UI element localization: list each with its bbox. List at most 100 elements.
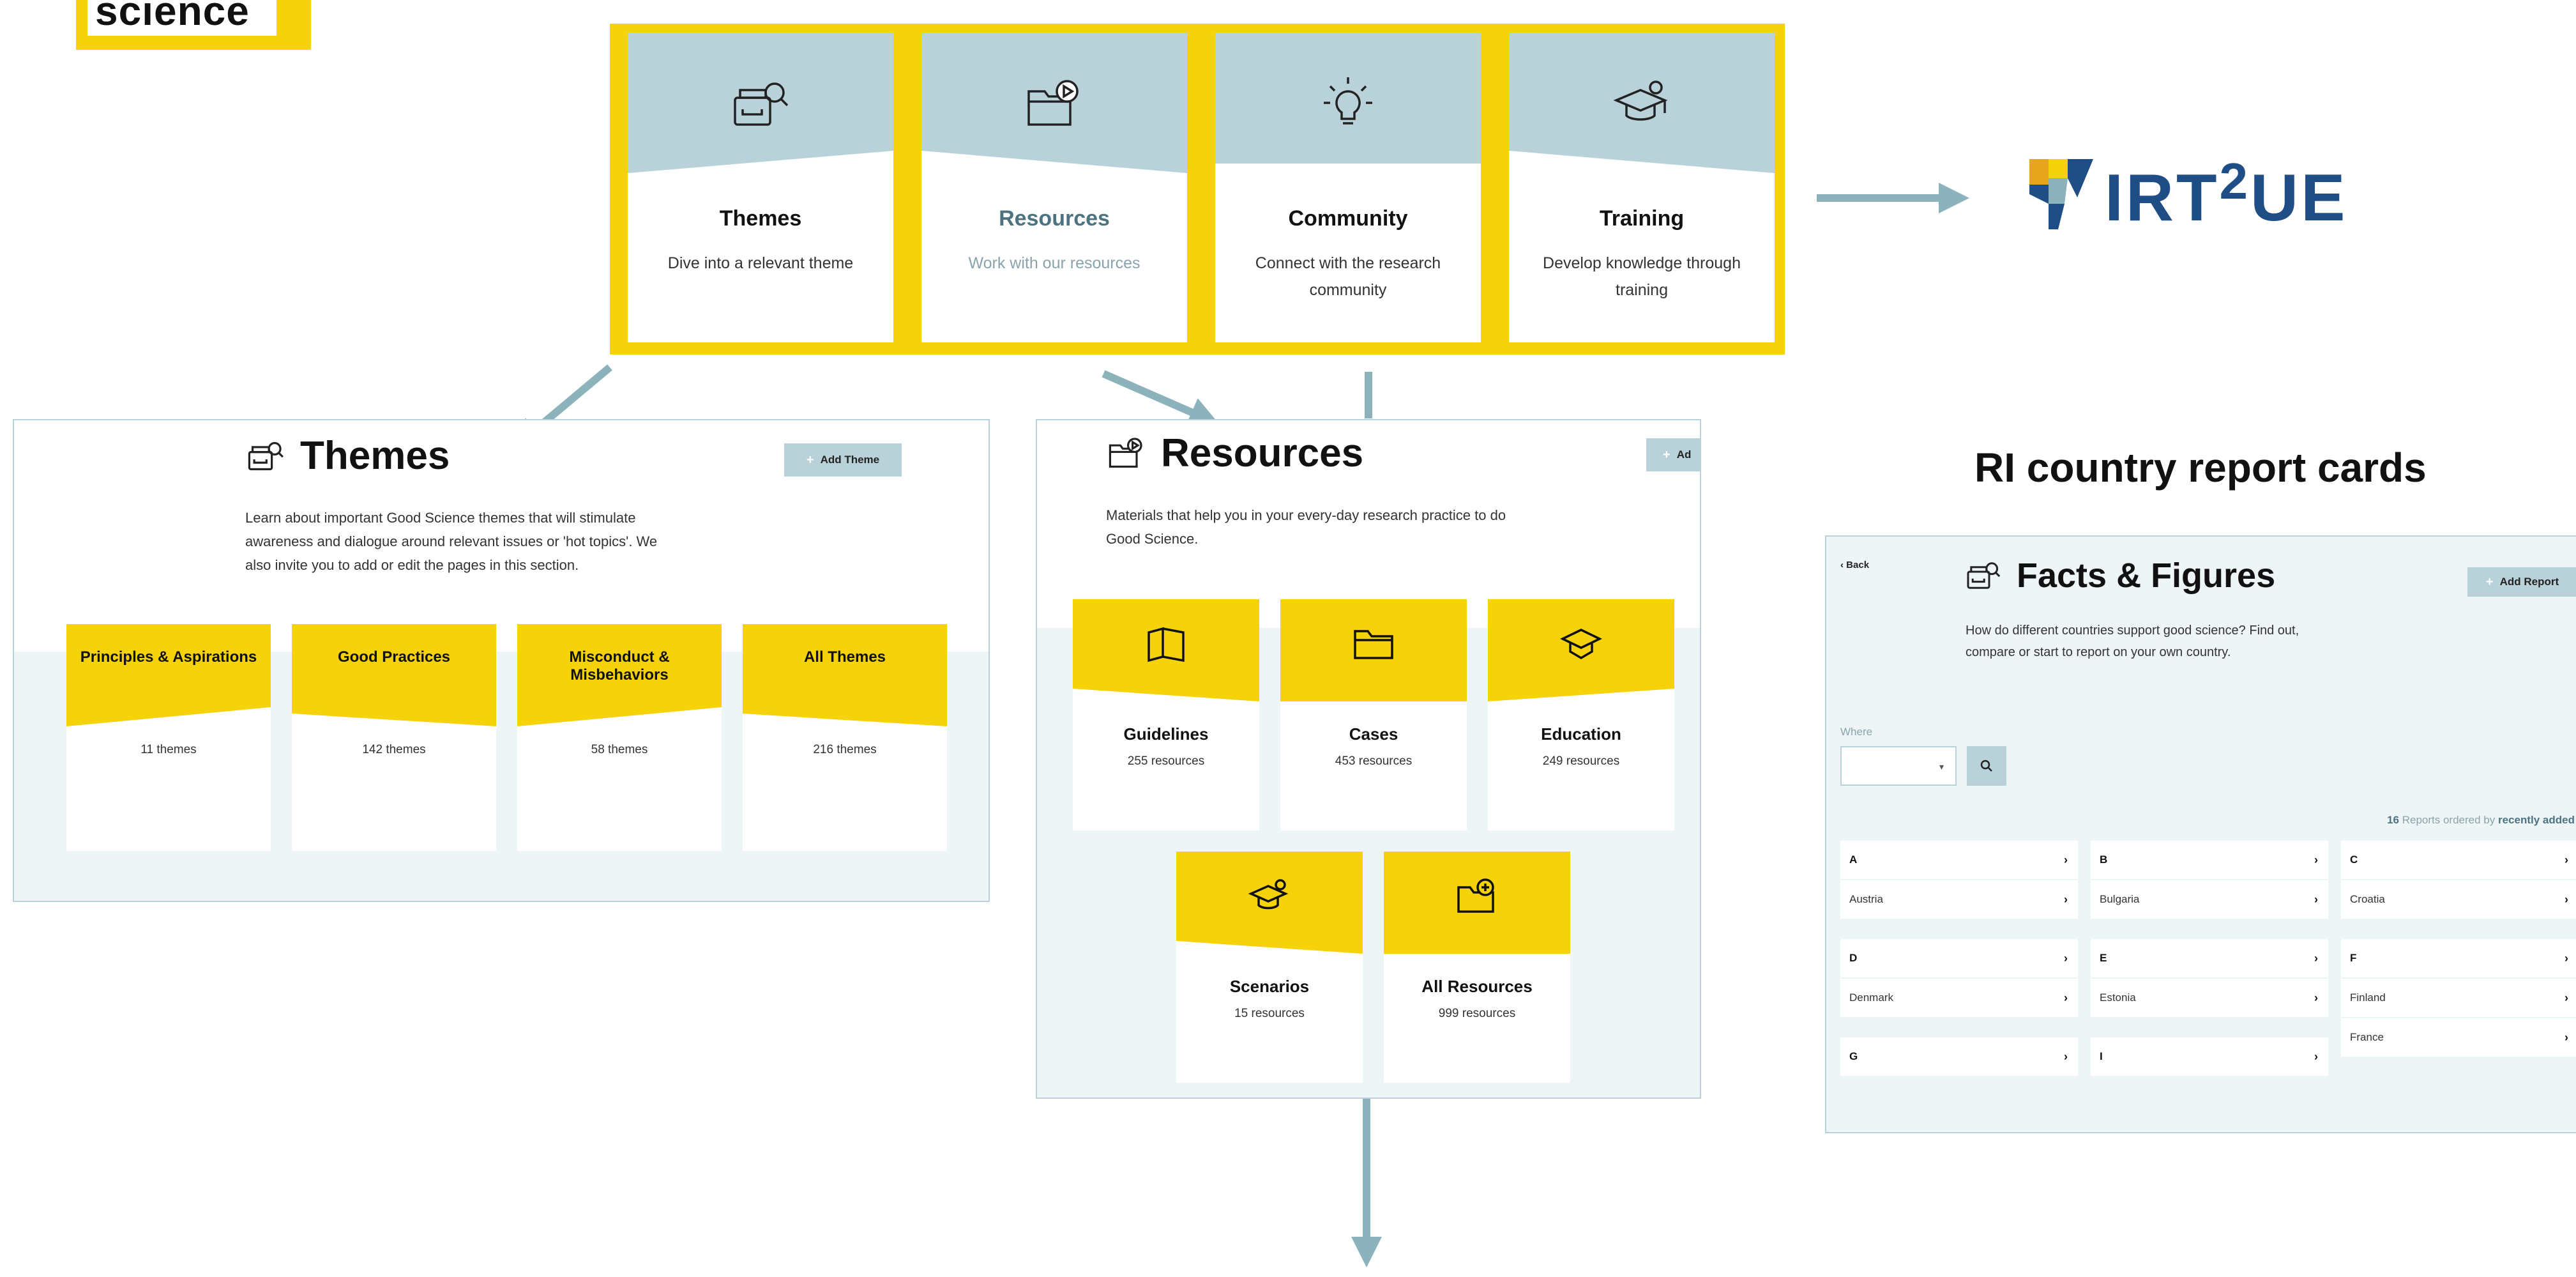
reports-count: 16 Reports ordered by recently added [2387, 814, 2575, 826]
search-button[interactable] [1967, 746, 2006, 786]
card-title: Misconduct & Misbehaviors [569, 648, 670, 684]
page-header: Themes [245, 433, 450, 478]
virt2ue-mark-icon [2029, 159, 2093, 229]
report-column: B › Bulgaria › E › Estonia › I › [2091, 841, 2328, 1096]
chevron-right-icon: › [2064, 991, 2068, 1004]
chevron-right-icon: › [2314, 1050, 2318, 1063]
theme-card-all-themes[interactable]: All Themes 216 themes [743, 624, 947, 851]
chevron-left-icon: ‹ [1840, 560, 1847, 570]
resource-card-all-resources[interactable]: All Resources 999 resources [1384, 852, 1570, 1083]
page-header: Resources [1106, 431, 1363, 476]
where-label: Where [1840, 726, 1873, 738]
letter-header[interactable]: C › [2341, 841, 2576, 880]
resource-card-cases[interactable]: Cases 453 resources [1280, 599, 1467, 830]
nav-card-title: Training [1599, 206, 1685, 231]
country-item[interactable]: Bulgaria › [2091, 880, 2328, 920]
add-report-button[interactable]: + Add Report [2467, 567, 2576, 597]
page-title: Facts & Figures [2017, 556, 2276, 595]
nav-card-title: Community [1288, 206, 1408, 231]
page-intro: Materials that help you in your every-da… [1106, 507, 1506, 547]
plus-icon: + [1663, 447, 1671, 462]
nav-card-title: Resources [999, 206, 1110, 231]
mortarboard-icon [1559, 629, 1603, 660]
card-count: 58 themes [591, 743, 648, 756]
letter-group: F › Finland › France › [2341, 939, 2576, 1058]
chevron-right-icon: › [2565, 951, 2568, 965]
letter-header[interactable]: A › [1840, 841, 2078, 880]
chevron-right-icon: › [2565, 1030, 2568, 1044]
nav-card-desc: Connect with the research community [1255, 254, 1441, 299]
card-count: 453 resources [1335, 754, 1413, 768]
nav-card-resources[interactable]: Resources Work with our resources [921, 33, 1187, 342]
card-title: Principles & Aspirations [80, 648, 257, 666]
chevron-right-icon: › [2314, 951, 2318, 965]
letter-header[interactable]: E › [2091, 939, 2328, 979]
letter-header[interactable]: I › [2091, 1037, 2328, 1077]
card-title: All Themes [803, 648, 886, 666]
page-header: Facts & Figures [1964, 556, 2275, 595]
facts-figures-page-screenshot: ‹ Back Facts & Figures + Add Report How d… [1825, 535, 2576, 1133]
chevron-right-icon: › [2064, 1050, 2068, 1063]
virt2ue-logo: IRT2UE [2029, 152, 2348, 236]
arrow-to-resources [1102, 370, 1220, 427]
letter-header[interactable]: F › [2341, 939, 2576, 979]
country-item[interactable]: Finland › [2341, 979, 2576, 1018]
chevron-right-icon: › [2314, 892, 2318, 906]
report-column: C › Croatia › F › Finland › France › [2341, 841, 2576, 1077]
nav-card-desc: Develop knowledge through training [1543, 254, 1741, 299]
card-title: Scenarios [1229, 977, 1310, 996]
resource-card-scenarios[interactable]: Scenarios 15 resources [1176, 852, 1363, 1083]
page-title: Themes [300, 434, 450, 478]
drawer-search-icon [1967, 562, 2001, 589]
country-item[interactable]: France › [2341, 1018, 2576, 1058]
nav-card-training[interactable]: Training Develop knowledge through train… [1509, 33, 1775, 342]
theme-card-misconduct[interactable]: Misconduct & Misbehaviors 58 themes [517, 624, 722, 851]
ri-country-report-cards-heading: RI country report cards [1974, 445, 2427, 491]
book-icon [1148, 627, 1185, 662]
drawer-search-icon [734, 82, 789, 126]
letter-header[interactable]: D › [1840, 939, 2078, 979]
graduation-cap-icon [1248, 879, 1289, 910]
nav-card-community[interactable]: Community Connect with the research comm… [1215, 33, 1481, 342]
back-link[interactable]: ‹ Back [1840, 560, 1869, 570]
theme-card-good-practices[interactable]: Good Practices 142 themes [292, 624, 496, 851]
country-item[interactable]: Austria › [1840, 880, 2078, 920]
folder-icon [1354, 630, 1393, 659]
card-title: Cases [1349, 724, 1398, 744]
folder-plus-icon [1457, 878, 1494, 913]
resource-card-education[interactable]: Education 249 resources [1488, 599, 1674, 830]
resource-card-guidelines[interactable]: Guidelines 255 resources [1073, 599, 1259, 830]
page-intro: Learn about important Good Science theme… [245, 510, 658, 573]
nav-card-themes[interactable]: Themes Dive into a relevant theme [628, 33, 893, 342]
letter-group: D › Denmark › [1840, 939, 2078, 1018]
card-title: Education [1541, 724, 1621, 744]
country-item[interactable]: Croatia › [2341, 880, 2576, 920]
chevron-right-icon: › [2314, 991, 2318, 1004]
card-title: All Resources [1421, 977, 1533, 996]
add-theme-button[interactable]: + Add Theme [784, 443, 902, 477]
card-count: 11 themes [140, 743, 197, 756]
chevron-right-icon: › [2565, 892, 2568, 906]
main-navigation: Themes Dive into a relevant theme Resour… [610, 24, 1785, 355]
drawer-search-icon [248, 441, 284, 470]
add-resource-button[interactable]: + Ad [1646, 438, 1700, 471]
card-count: 999 resources [1438, 1007, 1516, 1020]
country-item[interactable]: Denmark › [1840, 979, 2078, 1018]
letter-group: I › [2091, 1037, 2328, 1077]
chevron-down-icon: ▾ [1939, 761, 1944, 772]
letter-header[interactable]: B › [2091, 841, 2328, 880]
card-count: 255 resources [1127, 754, 1205, 768]
page-title: Resources [1161, 431, 1364, 475]
graduation-cap-icon [1613, 80, 1668, 121]
chevron-right-icon: › [2565, 853, 2568, 866]
country-item[interactable]: Estonia › [2091, 979, 2328, 1018]
chevron-right-icon: › [2064, 853, 2068, 866]
letter-group: A › Austria › [1840, 841, 2078, 920]
card-count: 15 resources [1234, 1007, 1305, 1020]
card-title: Guidelines [1123, 724, 1209, 744]
letter-header[interactable]: G › [1840, 1037, 2078, 1077]
plus-icon: + [2485, 574, 2494, 589]
search-icon [1980, 760, 1992, 772]
theme-card-principles[interactable]: Principles & Aspirations 11 themes [66, 624, 271, 851]
country-select[interactable]: ▾ [1840, 746, 1957, 786]
